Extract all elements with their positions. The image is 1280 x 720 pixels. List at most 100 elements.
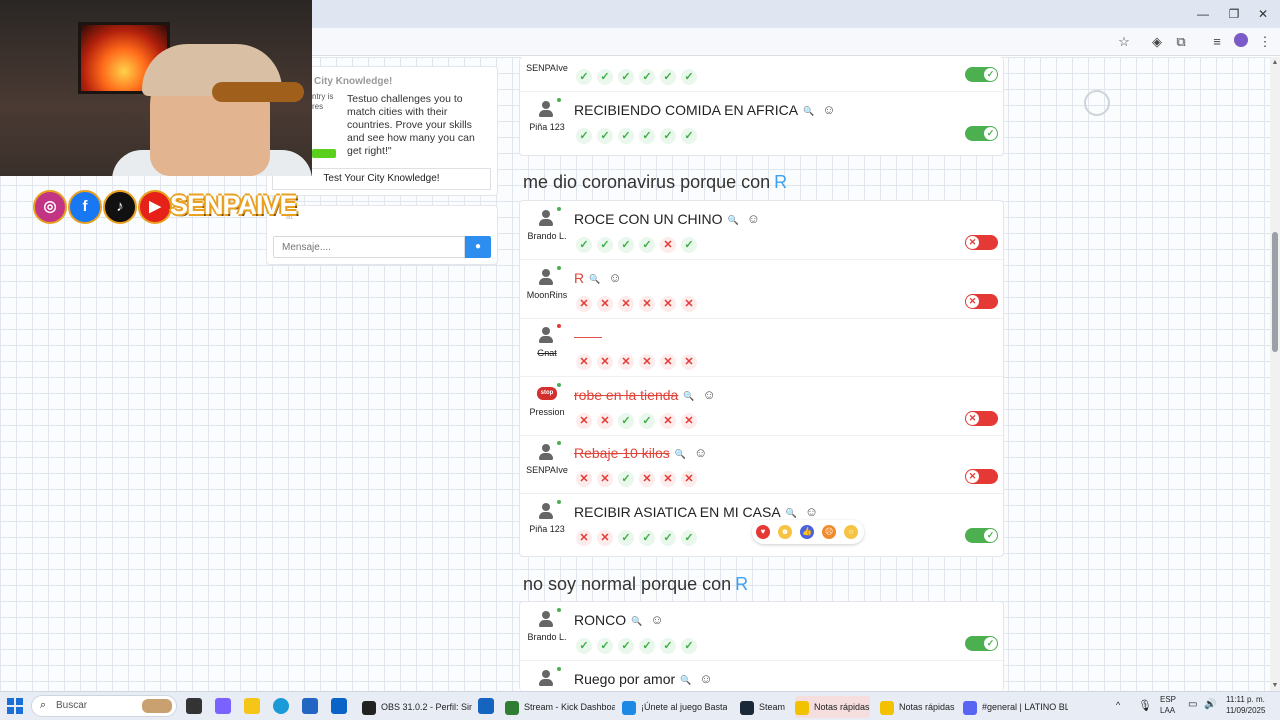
search-icon[interactable]: 🔍 bbox=[728, 215, 739, 226]
search-icon[interactable]: 🔍 bbox=[803, 106, 814, 117]
check-icon[interactable]: ✓ bbox=[660, 529, 676, 546]
puzzle-icon[interactable]: ⧉ bbox=[1172, 33, 1190, 51]
search-icon[interactable]: 🔍 bbox=[786, 508, 797, 519]
check-icon[interactable]: ✓ bbox=[618, 471, 634, 487]
cross-icon[interactable]: ✕ bbox=[576, 471, 592, 487]
add-reaction-icon[interactable]: ☺ bbox=[650, 612, 663, 627]
task-view-icon[interactable] bbox=[186, 698, 202, 714]
media-icon[interactable]: ≡ bbox=[1208, 33, 1226, 51]
edge-icon[interactable] bbox=[273, 698, 289, 714]
taskbar-app[interactable]: #general | LATINO BLO bbox=[963, 696, 1068, 718]
cross-icon[interactable]: ✕ bbox=[639, 471, 655, 487]
taskbar-app[interactable]: ¡Únete al juego Basta! bbox=[622, 696, 727, 718]
cross-icon[interactable]: ✕ bbox=[681, 471, 697, 487]
check-icon[interactable]: ✓ bbox=[597, 128, 613, 144]
check-icon[interactable]: ✓ bbox=[618, 128, 634, 144]
cross-icon[interactable]: ✕ bbox=[681, 295, 697, 312]
check-icon[interactable]: ✓ bbox=[576, 638, 592, 654]
check-icon[interactable]: ✓ bbox=[639, 69, 655, 85]
add-reaction-icon[interactable]: ☺ bbox=[805, 504, 818, 519]
cross-icon[interactable]: ✕ bbox=[618, 295, 634, 312]
scrollbar-thumb[interactable] bbox=[1272, 232, 1278, 352]
search-icon[interactable]: 🔍 bbox=[683, 391, 694, 402]
check-icon[interactable]: ✓ bbox=[639, 529, 655, 546]
taskbar-app[interactable]: Notas rápidas bbox=[880, 696, 955, 718]
scroll-up-icon[interactable]: ▲ bbox=[1270, 59, 1280, 66]
check-icon[interactable]: ✓ bbox=[660, 69, 676, 85]
validity-toggle[interactable]: ✕ bbox=[965, 293, 998, 309]
add-reaction-icon[interactable]: ☺ bbox=[699, 671, 712, 686]
check-icon[interactable]: ✓ bbox=[597, 237, 613, 253]
search-icon[interactable]: 🔍 bbox=[589, 274, 600, 285]
check-icon[interactable]: ✓ bbox=[618, 529, 634, 546]
check-icon[interactable]: ✓ bbox=[639, 237, 655, 253]
volume-icon[interactable]: 🔊 bbox=[1204, 699, 1216, 710]
taskbar-app[interactable]: Stream - Kick Dashboa bbox=[505, 696, 615, 718]
wow-reaction-icon[interactable]: ○ bbox=[844, 525, 858, 539]
check-icon[interactable]: ✓ bbox=[681, 529, 697, 546]
add-reaction-icon[interactable]: ☺ bbox=[822, 102, 835, 117]
cross-icon[interactable]: ✕ bbox=[597, 295, 613, 312]
store-icon[interactable] bbox=[302, 698, 318, 714]
check-icon[interactable]: ✓ bbox=[618, 237, 634, 253]
scroll-down-icon[interactable]: ▼ bbox=[1270, 682, 1280, 689]
clock-date[interactable]: 11/09/2025 bbox=[1226, 706, 1265, 715]
check-icon[interactable]: ✓ bbox=[681, 237, 697, 253]
outlook-icon[interactable] bbox=[331, 698, 347, 714]
check-icon[interactable]: ✓ bbox=[660, 128, 676, 144]
minimize-button[interactable]: — bbox=[1186, 4, 1220, 24]
search-icon[interactable]: 🔍 bbox=[675, 449, 686, 460]
check-icon[interactable]: ✓ bbox=[618, 412, 634, 429]
taskbar-app[interactable]: OBS 31.0.2 - Perfil: Sin bbox=[362, 696, 472, 718]
cross-icon[interactable]: ✕ bbox=[597, 471, 613, 487]
search-icon[interactable]: 🔍 bbox=[631, 616, 642, 627]
page-scrollbar[interactable]: ▲ ▼ bbox=[1270, 57, 1280, 691]
taskbar-app[interactable]: Steam bbox=[740, 696, 785, 718]
check-icon[interactable]: ✓ bbox=[597, 69, 613, 85]
add-reaction-icon[interactable]: ☺ bbox=[703, 387, 716, 402]
cross-icon[interactable]: ✕ bbox=[597, 529, 613, 546]
check-icon[interactable]: ✓ bbox=[597, 638, 613, 654]
network-icon[interactable]: ▭ bbox=[1188, 699, 1197, 710]
cross-icon[interactable]: ✕ bbox=[576, 295, 592, 312]
validity-toggle[interactable]: ✕ bbox=[965, 410, 998, 426]
check-icon[interactable]: ✓ bbox=[660, 638, 676, 654]
chat-send-button[interactable]: ● bbox=[465, 236, 491, 258]
star-icon[interactable]: ☆ bbox=[1115, 33, 1133, 51]
cross-icon[interactable]: ✕ bbox=[576, 354, 592, 370]
cross-icon[interactable]: ✕ bbox=[639, 295, 655, 312]
cross-icon[interactable]: ✕ bbox=[597, 412, 613, 429]
like-reaction-icon[interactable]: 👍 bbox=[800, 525, 814, 539]
check-icon[interactable]: ✓ bbox=[576, 237, 592, 253]
taskbar-app[interactable]: Notas rápidas bbox=[795, 696, 870, 718]
laugh-reaction-icon[interactable]: ☻ bbox=[778, 525, 792, 539]
window-app-icon[interactable] bbox=[478, 698, 494, 714]
validity-toggle[interactable]: ✕ bbox=[965, 469, 998, 484]
cross-icon[interactable]: ✕ bbox=[576, 529, 592, 546]
check-icon[interactable]: ✓ bbox=[639, 128, 655, 144]
check-icon[interactable]: ✓ bbox=[639, 638, 655, 654]
add-reaction-icon[interactable]: ☺ bbox=[747, 211, 760, 226]
copilot-icon[interactable] bbox=[215, 698, 231, 714]
add-reaction-icon[interactable]: ☺ bbox=[694, 445, 707, 460]
check-icon[interactable]: ✓ bbox=[576, 69, 592, 85]
extension-icon[interactable]: ◈ bbox=[1148, 33, 1166, 51]
check-icon[interactable]: ✓ bbox=[618, 69, 634, 85]
kebab-icon[interactable]: ⋮ bbox=[1256, 33, 1274, 51]
validity-toggle[interactable]: ✓ bbox=[965, 67, 998, 82]
cross-icon[interactable]: ✕ bbox=[660, 354, 676, 370]
cross-icon[interactable]: ✕ bbox=[576, 412, 592, 429]
file-explorer-icon[interactable] bbox=[244, 698, 260, 714]
clock-time[interactable]: 11:11 p. m. bbox=[1226, 695, 1265, 704]
check-icon[interactable]: ✓ bbox=[681, 69, 697, 85]
validity-toggle[interactable]: ✓ bbox=[965, 126, 998, 141]
check-icon[interactable]: ✓ bbox=[576, 128, 592, 144]
validity-toggle[interactable]: ✓ bbox=[965, 527, 998, 543]
validity-toggle[interactable]: ✕ bbox=[965, 235, 998, 250]
cross-icon[interactable]: ✕ bbox=[618, 354, 634, 370]
cross-icon[interactable]: ✕ bbox=[639, 354, 655, 370]
cross-icon[interactable]: ✕ bbox=[660, 295, 676, 312]
check-icon[interactable]: ✓ bbox=[681, 128, 697, 144]
cross-icon[interactable]: ✕ bbox=[660, 237, 676, 253]
check-icon[interactable]: ✓ bbox=[618, 638, 634, 654]
